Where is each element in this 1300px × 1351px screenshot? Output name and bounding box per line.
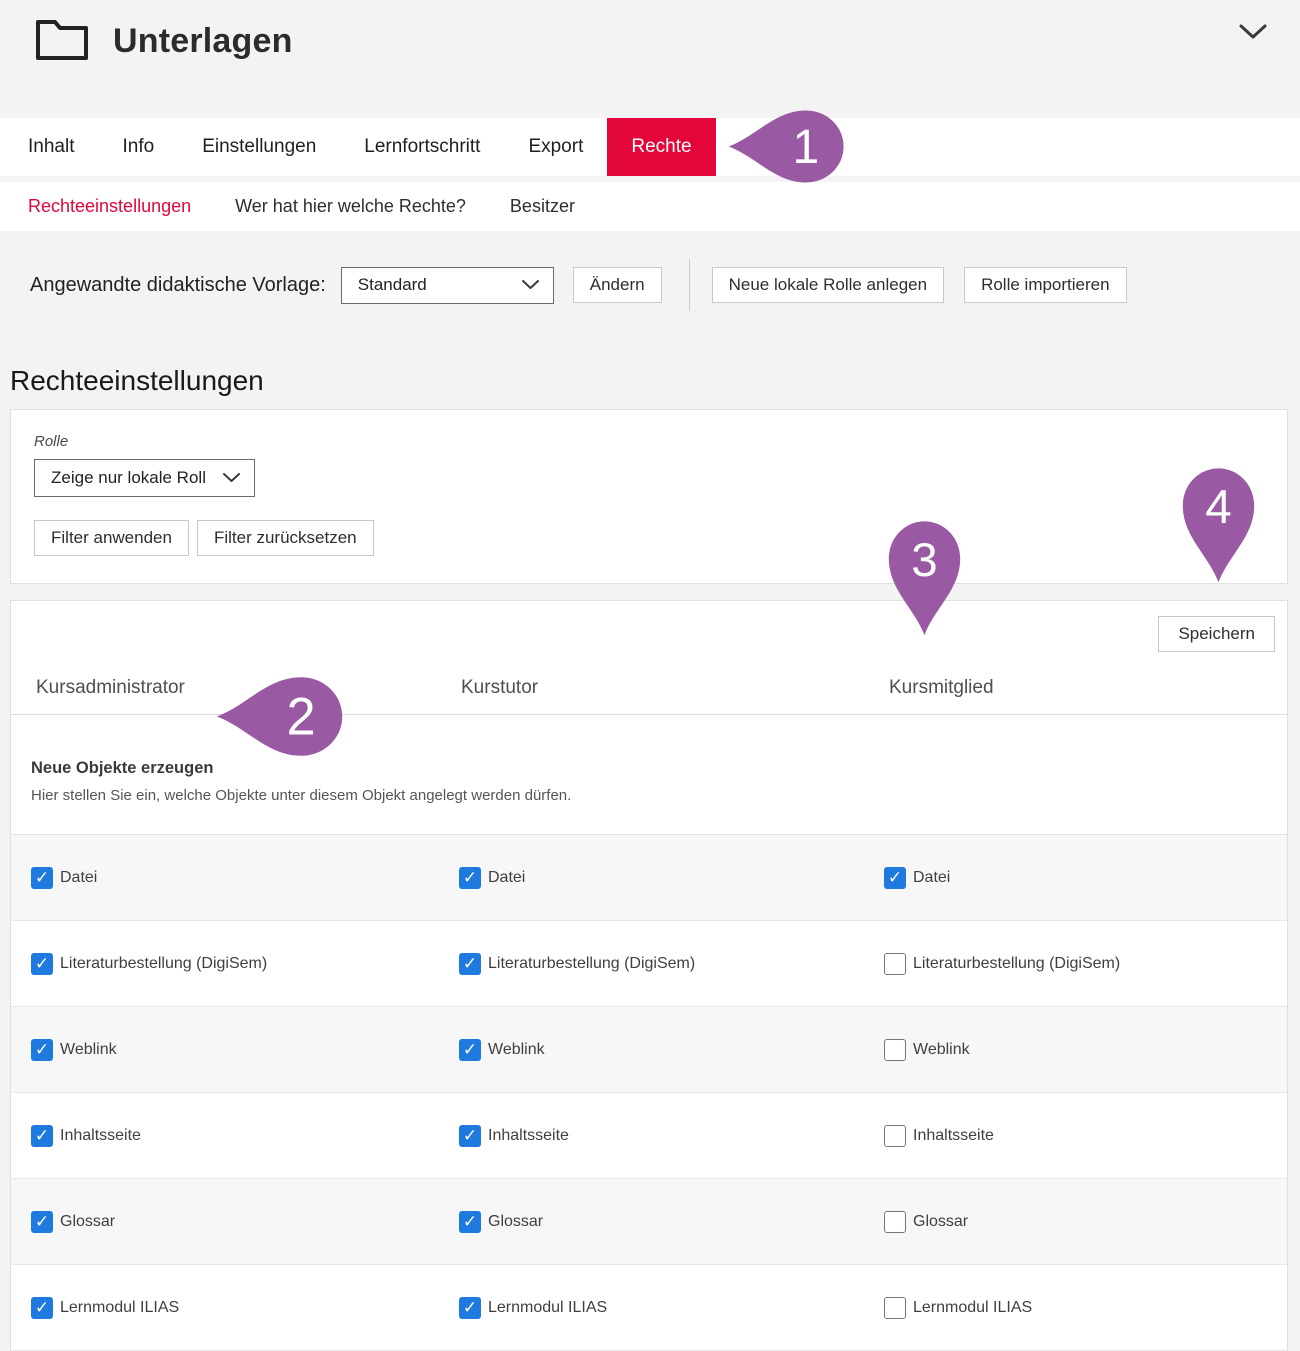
- reset-filter-button[interactable]: Filter zurücksetzen: [197, 520, 374, 556]
- checkbox-checked[interactable]: [459, 1125, 481, 1147]
- didactic-template-select[interactable]: Standard: [341, 267, 554, 304]
- checkbox-checked[interactable]: [459, 1211, 481, 1233]
- checkbox-checked[interactable]: [31, 1125, 53, 1147]
- permission-cell: Weblink: [884, 1039, 1287, 1061]
- permission-cell: Glossar: [884, 1211, 1287, 1233]
- import-role-button[interactable]: Rolle importieren: [964, 267, 1127, 303]
- permission-cell: Datei: [459, 867, 884, 889]
- checkbox-unchecked[interactable]: [884, 1039, 906, 1061]
- permission-label: Inhaltsseite: [60, 1127, 141, 1145]
- permission-cell: Inhaltsseite: [31, 1125, 459, 1147]
- permission-label: Inhaltsseite: [488, 1127, 569, 1145]
- checkbox-checked[interactable]: [459, 867, 481, 889]
- role-filter-select[interactable]: Zeige nur lokale Roll: [34, 459, 255, 497]
- permission-row: Glossar Glossar Glossar: [11, 1179, 1287, 1265]
- permission-cell: Literaturbestellung (DigiSem): [884, 953, 1287, 975]
- tab-rechte[interactable]: Rechte: [607, 118, 715, 176]
- permission-row: Weblink Weblink Weblink: [11, 1007, 1287, 1093]
- section-title: Neue Objekte erzeugen: [31, 759, 1263, 778]
- permission-label: Weblink: [913, 1041, 970, 1059]
- permission-label: Inhaltsseite: [913, 1127, 994, 1145]
- permission-row: Literaturbestellung (DigiSem) Literaturbe…: [11, 921, 1287, 1007]
- role-column-headers: KursadministratorKurstutorKursmitglied: [11, 652, 1287, 715]
- checkbox-checked[interactable]: [31, 1039, 53, 1061]
- new-local-role-button[interactable]: Neue lokale Rolle anlegen: [712, 267, 944, 303]
- tab-info[interactable]: Info: [98, 118, 178, 176]
- permission-label: Weblink: [60, 1041, 117, 1059]
- role-filter-label: Rolle: [34, 433, 1287, 450]
- permission-label: Datei: [60, 869, 97, 887]
- permission-cell: Weblink: [459, 1039, 884, 1061]
- checkbox-unchecked[interactable]: [884, 953, 906, 975]
- apply-filter-button[interactable]: Filter anwenden: [34, 520, 189, 556]
- didactic-template-row: Angewandte didaktische Vorlage: Standard…: [0, 231, 1300, 335]
- change-template-button[interactable]: Ändern: [573, 267, 662, 303]
- permission-cell: Datei: [31, 867, 459, 889]
- tab-export[interactable]: Export: [504, 118, 607, 176]
- checkbox-unchecked[interactable]: [884, 1125, 906, 1147]
- didactic-template-select-value: Standard: [358, 275, 427, 295]
- permission-cell: Literaturbestellung (DigiSem): [459, 953, 884, 975]
- filter-panel: Rolle Zeige nur lokale Roll Filter anwen…: [10, 409, 1288, 584]
- page-title: Unterlagen: [113, 22, 293, 61]
- checkbox-checked[interactable]: [31, 1211, 53, 1233]
- permission-rows: Datei Datei Datei Literaturbestellung (Digi…: [11, 835, 1287, 1351]
- permission-label: Weblink: [488, 1041, 545, 1059]
- didactic-template-label: Angewandte didaktische Vorlage:: [30, 274, 326, 297]
- permission-cell: Glossar: [31, 1211, 459, 1233]
- permission-label: Literaturbestellung (DigiSem): [60, 955, 267, 973]
- page-header: Unterlagen: [0, 0, 1300, 118]
- subtab-1[interactable]: Rechteeinstellungen: [28, 196, 191, 217]
- checkbox-checked[interactable]: [31, 953, 53, 975]
- checkbox-checked[interactable]: [31, 867, 53, 889]
- column-header-3: Kursmitglied: [889, 677, 1287, 699]
- save-button[interactable]: Speichern: [1158, 616, 1275, 652]
- permission-label: Glossar: [913, 1213, 968, 1231]
- permission-cell: Inhaltsseite: [884, 1125, 1287, 1147]
- tab-lernfortschritt[interactable]: Lernfortschritt: [340, 118, 504, 176]
- chevron-down-icon: [522, 275, 539, 295]
- column-header-2: Kurstutor: [461, 677, 889, 699]
- chevron-down-icon: [223, 468, 240, 488]
- tab-inhalt[interactable]: Inhalt: [4, 118, 98, 176]
- permission-cell: Literaturbestellung (DigiSem): [31, 953, 459, 975]
- chevron-down-icon[interactable]: [1239, 24, 1267, 45]
- permission-label: Lernmodul ILIAS: [488, 1299, 607, 1317]
- permission-label: Datei: [488, 869, 525, 887]
- permission-label: Literaturbestellung (DigiSem): [913, 955, 1120, 973]
- permission-cell: Glossar: [459, 1211, 884, 1233]
- create-objects-section: Neue Objekte erzeugen Hier stellen Sie e…: [11, 715, 1287, 835]
- permission-label: Datei: [913, 869, 950, 887]
- permission-label: Literaturbestellung (DigiSem): [488, 955, 695, 973]
- column-header-1: Kursadministrator: [36, 677, 461, 699]
- section-description: Hier stellen Sie ein, welche Objekte unt…: [31, 787, 1263, 804]
- checkbox-checked[interactable]: [459, 1039, 481, 1061]
- permission-cell: Inhaltsseite: [459, 1125, 884, 1147]
- permission-row: Datei Datei Datei: [11, 835, 1287, 921]
- subtab-3[interactable]: Besitzer: [510, 196, 575, 217]
- checkbox-checked[interactable]: [459, 953, 481, 975]
- vertical-divider: [689, 259, 690, 311]
- role-filter-select-value: Zeige nur lokale Roll: [51, 468, 206, 488]
- permissions-heading: Rechteeinstellungen: [10, 365, 1300, 397]
- folder-icon: [35, 16, 89, 67]
- tab-einstellungen[interactable]: Einstellungen: [178, 118, 340, 176]
- permission-cell: Datei: [884, 867, 1287, 889]
- checkbox-checked[interactable]: [884, 867, 906, 889]
- permission-label: Glossar: [60, 1213, 115, 1231]
- checkbox-unchecked[interactable]: [884, 1211, 906, 1233]
- subtab-2[interactable]: Wer hat hier welche Rechte?: [235, 196, 466, 217]
- permission-label: Lernmodul ILIAS: [913, 1299, 1032, 1317]
- permission-label: Glossar: [488, 1213, 543, 1231]
- permission-label: Lernmodul ILIAS: [60, 1299, 179, 1317]
- permission-row: Inhaltsseite Inhaltsseite Inhaltsseite: [11, 1093, 1287, 1179]
- permissions-panel: Speichern KursadministratorKurstutorKurs…: [10, 600, 1288, 1351]
- permission-cell: Weblink: [31, 1039, 459, 1061]
- sub-tab-bar: Rechteeinstellungen Wer hat hier welche R…: [0, 182, 1300, 231]
- permission-row: Lernmodul ILIAS Lernmodul ILIAS Lernmodul …: [11, 1265, 1287, 1351]
- main-tab-bar: InhaltInfoEinstellungenLernfortschrittEx…: [0, 118, 1300, 176]
